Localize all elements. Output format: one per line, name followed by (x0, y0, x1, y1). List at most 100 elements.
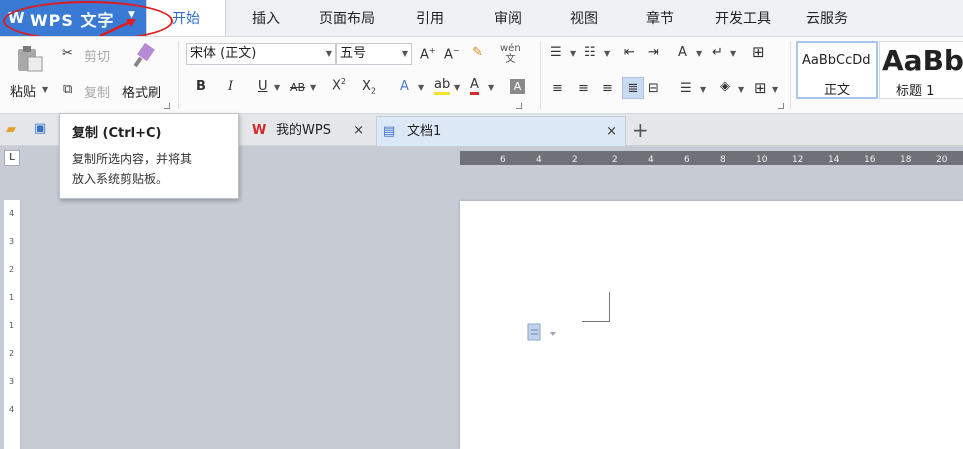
ruler-tick-label: 2 (572, 155, 578, 165)
chevron-down-icon[interactable]: ▼ (418, 83, 424, 92)
annotation-arrow-icon (99, 19, 136, 38)
chevron-down-icon[interactable]: ▼ (738, 85, 744, 94)
ruler-tick-label: 1 (9, 321, 14, 330)
chevron-down-icon[interactable]: ▼ (274, 83, 280, 92)
paste-options-icon[interactable] (526, 322, 560, 344)
close-icon[interactable]: × (606, 117, 617, 147)
ruler-tick-label: 10 (756, 155, 768, 165)
style-heading-1[interactable]: AaBb 标题 1 (879, 41, 963, 99)
close-icon[interactable]: × (353, 116, 364, 146)
ruler-tick-label: 2 (9, 349, 14, 358)
decrease-indent-icon[interactable]: ⇤ (624, 45, 635, 60)
border-icon[interactable]: ⊞ (754, 79, 767, 97)
cut-button[interactable]: 剪切 (84, 46, 110, 65)
tooltip-title: 复制 (Ctrl+C) (72, 126, 162, 141)
clipboard-dialog-launcher[interactable] (164, 103, 170, 109)
copy-tooltip: 复制 (Ctrl+C) 复制所选内容，并将其 放入系统剪贴板。 (59, 113, 239, 199)
ruler-tick-label: 14 (828, 155, 840, 165)
tab-developer[interactable]: 开发工具 (706, 0, 780, 36)
ruler-tick-label: 18 (900, 155, 912, 165)
strikethrough-icon[interactable]: AB (290, 81, 305, 94)
chevron-down-icon[interactable]: ▼ (488, 83, 494, 92)
chevron-down-icon: ▼ (401, 49, 408, 58)
tab-view[interactable]: 视图 (558, 0, 610, 36)
chinese-layout-icon[interactable]: A (678, 45, 687, 60)
increase-indent-icon[interactable]: ⇥ (648, 45, 659, 60)
save-icon[interactable]: ▣ (34, 121, 46, 136)
tab-insert[interactable]: 插入 (240, 0, 292, 36)
numbered-list-icon[interactable]: ☷ (584, 45, 596, 60)
tab-document[interactable]: ▤ 文档1 × (376, 116, 626, 146)
ruler-tick-label: 20 (936, 155, 948, 165)
font-color-icon[interactable]: A (470, 77, 479, 95)
chevron-down-icon[interactable]: ▼ (696, 49, 702, 58)
subscript-icon[interactable]: X2 (362, 79, 376, 96)
style-normal[interactable]: AaBbCcDd 正文 (796, 41, 878, 99)
copy-icon: ⧉ (63, 82, 73, 97)
table-icon[interactable]: ⊞ (752, 43, 765, 61)
show-marks-icon[interactable]: ↵ (712, 45, 723, 60)
superscript-icon[interactable]: X2 (332, 77, 346, 93)
tooltip-line-1: 复制所选内容，并将其 (72, 152, 193, 166)
horizontal-ruler[interactable]: 6 4 2 2 4 6 8 10 12 14 16 18 20 (460, 151, 963, 165)
tab-section[interactable]: 章节 (634, 0, 686, 36)
chevron-down-icon: ▼ (325, 49, 332, 58)
paragraph-shading-icon[interactable]: ◈ (720, 79, 730, 94)
tab-review[interactable]: 审阅 (482, 0, 534, 36)
tab-page-layout[interactable]: 页面布局 (310, 0, 384, 36)
style-preview: AaBbCcDd (802, 53, 871, 68)
justify-icon[interactable]: ≣ (622, 77, 644, 99)
line-spacing-icon[interactable]: ☰ (680, 81, 692, 96)
bullet-list-icon[interactable]: ☰ (550, 45, 562, 60)
align-left-icon[interactable]: ≡ (552, 81, 563, 96)
chevron-down-icon[interactable]: ▼ (772, 85, 778, 94)
ruler-tick-label: 4 (9, 405, 14, 414)
tab-label: 我的WPS (276, 123, 331, 138)
new-tab-icon[interactable]: + (632, 118, 649, 142)
chevron-down-icon[interactable]: ▼ (454, 83, 460, 92)
chevron-down-icon[interactable]: ▼ (42, 85, 48, 94)
paste-icon[interactable] (14, 45, 44, 73)
clear-format-icon[interactable]: ✎ (472, 45, 483, 60)
tab-references[interactable]: 引用 (404, 0, 456, 36)
chevron-down-icon[interactable]: ▼ (570, 49, 576, 58)
paste-button[interactable]: 粘贴 (10, 81, 36, 100)
shrink-font-icon[interactable]: A− (444, 46, 460, 62)
chevron-down-icon[interactable]: ▼ (730, 49, 736, 58)
tab-label: 文档1 (407, 124, 442, 139)
tab-my-wps[interactable]: W 我的WPS × (246, 116, 372, 146)
tab-stop-selector[interactable]: L (4, 150, 20, 166)
style-label: 标题 1 (896, 84, 935, 99)
paragraph-dialog-launcher[interactable] (778, 103, 784, 109)
font-family-select[interactable]: 宋体 (正文) ▼ (186, 43, 336, 65)
phonetic-guide-icon[interactable]: wén 文 (500, 43, 521, 65)
font-dialog-launcher[interactable] (516, 103, 522, 109)
ruler-tick-label: 3 (9, 237, 14, 246)
open-folder-icon[interactable]: ▰ (6, 122, 16, 137)
highlight-icon[interactable]: ab (434, 77, 451, 95)
ruler-tick-label: 1 (9, 293, 14, 302)
wps-logo-icon: W (252, 123, 267, 138)
bold-icon[interactable]: B (196, 79, 206, 94)
font-size-select[interactable]: 五号 ▼ (336, 43, 412, 65)
copy-button[interactable]: 复制 (84, 82, 110, 101)
distributed-align-icon[interactable]: ⊟ (648, 81, 659, 96)
margin-corner-mark (582, 292, 610, 322)
ruler-tick-label: 6 (684, 155, 690, 165)
ruler-tick-label: 3 (9, 377, 14, 386)
chevron-down-icon[interactable]: ▼ (700, 85, 706, 94)
align-center-icon[interactable]: ≡ (578, 81, 589, 96)
chevron-down-icon[interactable]: ▼ (310, 83, 316, 92)
ruler-tick-label: 16 (864, 155, 876, 165)
tab-cloud[interactable]: 云服务 (798, 0, 856, 36)
ruler-tick-label: 12 (792, 155, 803, 165)
format-painter-button[interactable]: 格式刷 (122, 82, 161, 101)
underline-icon[interactable]: U (258, 79, 268, 94)
text-effect-icon[interactable]: A (400, 79, 409, 94)
align-right-icon[interactable]: ≡ (602, 81, 613, 96)
chevron-down-icon[interactable]: ▼ (604, 49, 610, 58)
vertical-ruler[interactable]: 4 3 2 1 1 2 3 4 (4, 200, 21, 449)
character-shading-icon[interactable]: A (510, 79, 525, 94)
italic-icon[interactable]: I (228, 79, 233, 94)
grow-font-icon[interactable]: A+ (420, 46, 436, 62)
